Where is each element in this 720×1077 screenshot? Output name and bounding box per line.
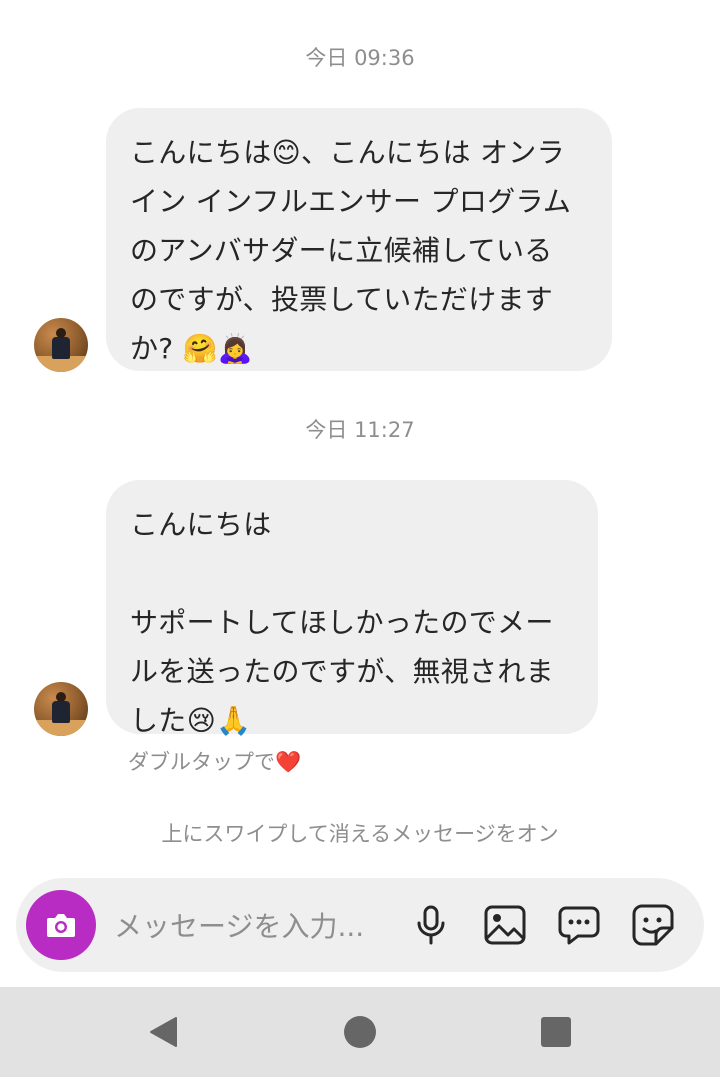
message-line: のですが、投票していただけます	[130, 283, 554, 316]
dm-thread-screen: 今日 09:36 こんにちは😊、こんにちは オンラ イン インフルエンサー プロ…	[0, 0, 720, 1077]
home-button[interactable]	[342, 1014, 378, 1050]
message-composer	[16, 878, 704, 972]
message-input[interactable]	[112, 900, 396, 952]
message-line: のアンバサダーに立候補している	[130, 234, 553, 267]
message-line-blank	[130, 549, 574, 598]
message-line: サポートしてほしかったのでメー	[130, 606, 554, 639]
sticker-button[interactable]	[630, 902, 676, 948]
recents-button[interactable]	[538, 1014, 574, 1050]
back-icon	[150, 1017, 177, 1047]
back-button[interactable]	[146, 1014, 182, 1050]
message-line: した😢🙏	[130, 704, 252, 737]
camera-button[interactable]	[26, 890, 96, 960]
message-line: ルを送ったのですが、無視されま	[130, 655, 554, 688]
home-icon	[344, 1016, 376, 1048]
message-line: こんにちは	[130, 508, 272, 541]
microphone-button[interactable]	[408, 902, 454, 948]
gallery-button[interactable]	[482, 902, 528, 948]
message-line: イン インフルエンサー プログラム	[130, 185, 572, 218]
timestamp: 今日 11:27	[305, 418, 415, 442]
microphone-icon	[417, 905, 445, 945]
message-bubble[interactable]: こんにちは サポートしてほしかったのでメー ルを送ったのですが、無視されま した…	[106, 480, 598, 737]
double-tap-hint: ダブルタップで❤️	[128, 750, 302, 774]
chat-bubble-button[interactable]	[556, 902, 602, 948]
message-line: か? 🤗🙇‍♀️	[130, 332, 253, 365]
message-bubble[interactable]: こんにちは😊、こんにちは オンラ イン インフルエンサー プログラム のアンバサ…	[106, 108, 612, 371]
sticker-icon	[632, 904, 674, 946]
camera-icon	[47, 914, 75, 937]
sender-avatar[interactable]	[34, 318, 88, 372]
gallery-icon	[484, 905, 526, 945]
vanish-mode-hint[interactable]: 上にスワイプして消えるメッセージをオン	[0, 818, 720, 848]
system-navigation-bar	[0, 987, 720, 1077]
message-line: こんにちは😊、こんにちは オンラ	[130, 136, 565, 169]
recents-icon	[541, 1017, 571, 1047]
chat-bubble-icon	[558, 906, 600, 945]
sender-avatar[interactable]	[34, 682, 88, 736]
timestamp: 今日 09:36	[305, 46, 415, 70]
